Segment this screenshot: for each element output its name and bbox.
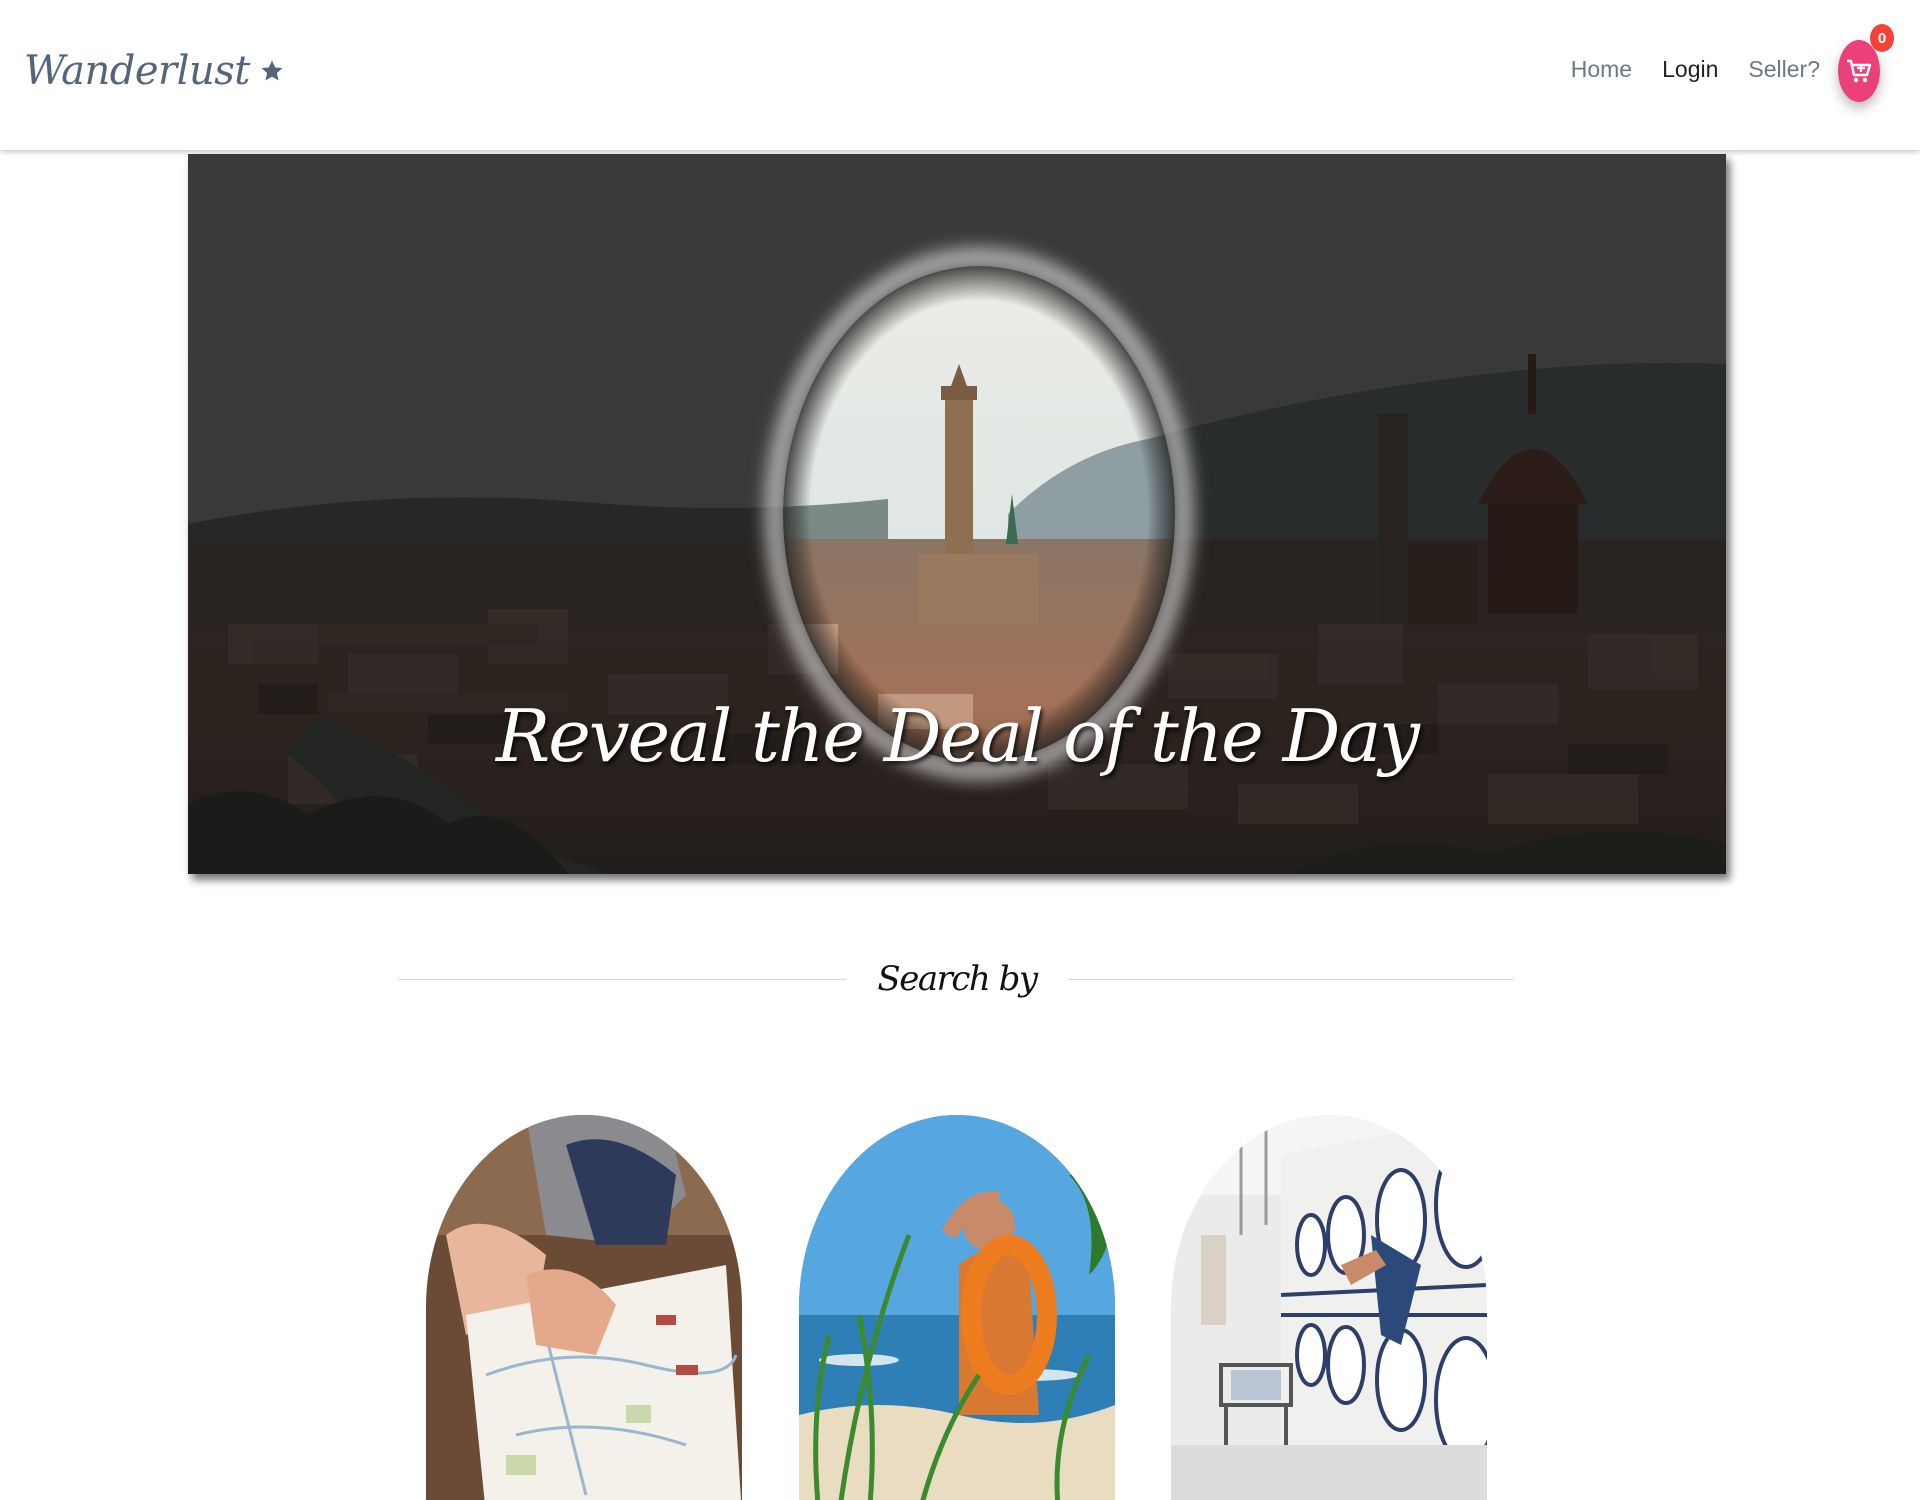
star-icon (260, 59, 284, 83)
brand-logo[interactable]: Wanderlust (24, 48, 284, 94)
navbar: Wanderlust Home Login Seller? 0 (0, 0, 1920, 150)
category-beach-lookout[interactable] (799, 1115, 1115, 1500)
map-reading-image (426, 1115, 742, 1500)
nav-home-link[interactable]: Home (1571, 56, 1632, 83)
category-laundromat[interactable] (1171, 1115, 1487, 1500)
cart-icon (1847, 59, 1872, 83)
divider (1068, 979, 1514, 980)
nav-links: Home Login Seller? (1571, 56, 1820, 83)
nav-seller-link[interactable]: Seller? (1748, 56, 1820, 83)
brand-name: Wanderlust (24, 48, 250, 94)
cart-button[interactable]: 0 (1838, 24, 1894, 102)
search-by-title: Search by (877, 959, 1038, 999)
beach-lookout-image (799, 1115, 1115, 1500)
laundromat-image (1171, 1115, 1487, 1500)
search-by-heading: Search by (398, 955, 1514, 1005)
category-map-reading[interactable] (426, 1115, 742, 1500)
cart-count-badge: 0 (1870, 24, 1894, 52)
deal-of-the-day-banner[interactable]: Reveal the Deal of the Day (188, 154, 1726, 874)
hero-caption: Reveal the Deal of the Day (496, 694, 1420, 778)
nav-login-link[interactable]: Login (1662, 56, 1718, 83)
divider (398, 979, 846, 980)
